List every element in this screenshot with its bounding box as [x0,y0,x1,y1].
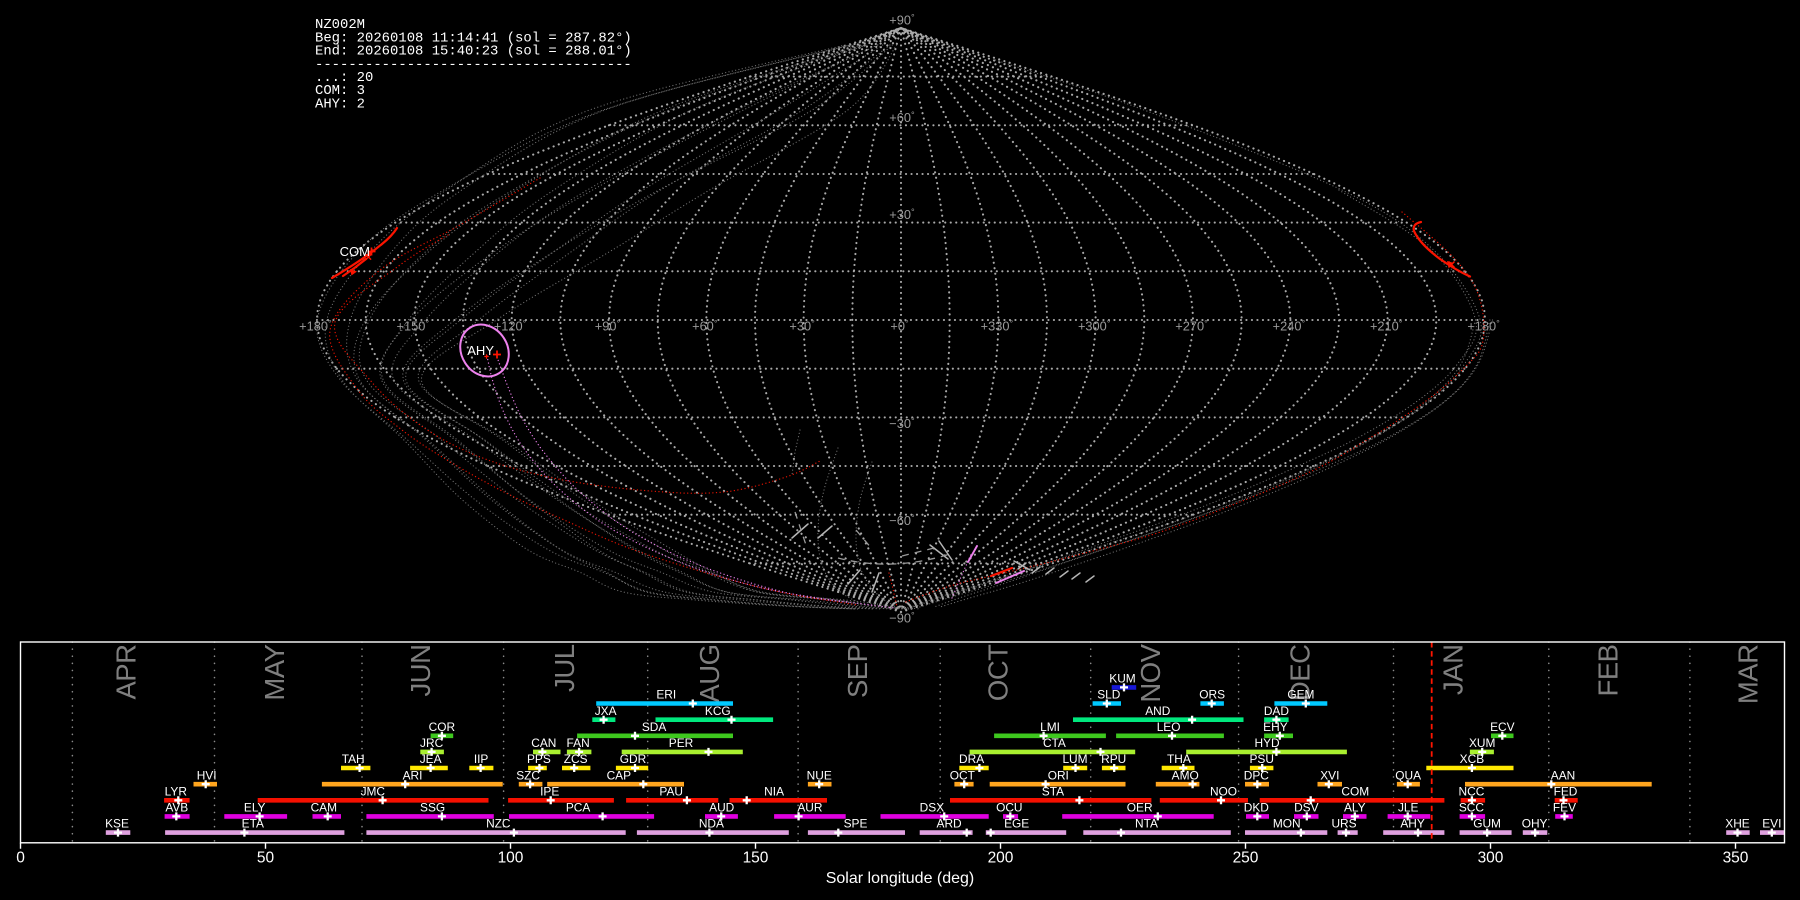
svg-text:COM: COM [1341,784,1369,798]
svg-text:FEB: FEB [1593,645,1624,697]
svg-text:AMO: AMO [1172,768,1199,782]
svg-text:AHY: 2: AHY: 2 [315,96,365,112]
svg-text:MAY: MAY [259,644,290,700]
svg-text:AUG: AUG [694,645,725,703]
svg-text:AND: AND [1145,704,1171,718]
svg-text:NTA: NTA [1135,817,1158,831]
svg-text:LYR: LYR [165,784,188,798]
svg-text:NOO: NOO [1210,784,1237,798]
svg-text:AUR: AUR [797,801,823,815]
svg-text:KCG: KCG [705,704,731,718]
svg-text:SDA: SDA [642,720,667,734]
svg-text:JUL: JUL [549,644,580,692]
svg-text:KUM: KUM [1109,672,1135,686]
svg-text:MON: MON [1273,817,1301,831]
svg-text:SLD: SLD [1097,688,1121,702]
svg-text:150: 150 [743,849,769,866]
svg-text:300: 300 [1478,849,1504,866]
svg-text:MAR: MAR [1733,645,1764,705]
svg-text:0: 0 [16,849,25,866]
svg-text:OER: OER [1127,801,1153,815]
svg-text:THA: THA [1167,752,1191,766]
svg-text:ORI: ORI [1048,768,1069,782]
svg-text:250: 250 [1233,849,1259,866]
svg-text:SEP: SEP [842,645,873,699]
svg-text:DSX: DSX [920,801,945,815]
svg-text:JUN: JUN [405,645,436,697]
svg-text:PCA: PCA [566,801,591,815]
svg-text:CTA: CTA [1043,736,1066,750]
svg-text:ELY: ELY [244,801,266,815]
svg-text:AHY: AHY [1400,817,1425,831]
svg-text:SPE: SPE [844,817,868,831]
svg-text:ARD: ARD [937,817,963,831]
svg-text:50: 50 [257,849,275,866]
svg-text:+270°: +270° [1175,319,1208,334]
svg-text:SZC: SZC [516,768,540,782]
svg-text:FED: FED [1554,784,1578,798]
svg-text:OCT: OCT [950,768,975,782]
svg-text:ERI: ERI [656,688,676,702]
svg-text:+330°: +330° [981,319,1014,334]
svg-text:NOV: NOV [1135,643,1166,702]
svg-text:URS: URS [1331,817,1356,831]
svg-text:+300°: +300° [1078,319,1111,334]
svg-text:OCT: OCT [982,644,1013,701]
svg-text:200: 200 [988,849,1014,866]
svg-text:+240°: +240° [1273,319,1306,334]
svg-text:JXA: JXA [595,704,617,718]
svg-text:JAN: JAN [1438,645,1469,695]
svg-text:AAN: AAN [1551,768,1575,782]
svg-text:TAH: TAH [342,752,365,766]
svg-text:AHY: AHY [467,343,494,358]
svg-text:ZCS: ZCS [564,752,588,766]
svg-text:GEM: GEM [1287,688,1314,702]
svg-text:LEO: LEO [1157,720,1181,734]
svg-text:Solar longitude (deg): Solar longitude (deg) [826,870,975,887]
svg-text:PAU: PAU [659,784,683,798]
svg-text:GDR: GDR [620,752,647,766]
svg-text:NZC: NZC [486,817,511,831]
svg-text:COM: COM [340,244,370,259]
svg-text:APR: APR [111,645,142,700]
svg-text:CAN: CAN [531,736,556,750]
svg-text:350: 350 [1723,849,1749,866]
svg-text:+210°: +210° [1370,319,1403,334]
svg-text:NIA: NIA [764,784,784,798]
svg-text:CAM: CAM [311,801,337,815]
svg-text:PER: PER [669,736,694,750]
svg-text:100: 100 [498,849,524,866]
svg-text:CAP: CAP [607,768,632,782]
svg-text:EGE: EGE [1004,817,1029,831]
